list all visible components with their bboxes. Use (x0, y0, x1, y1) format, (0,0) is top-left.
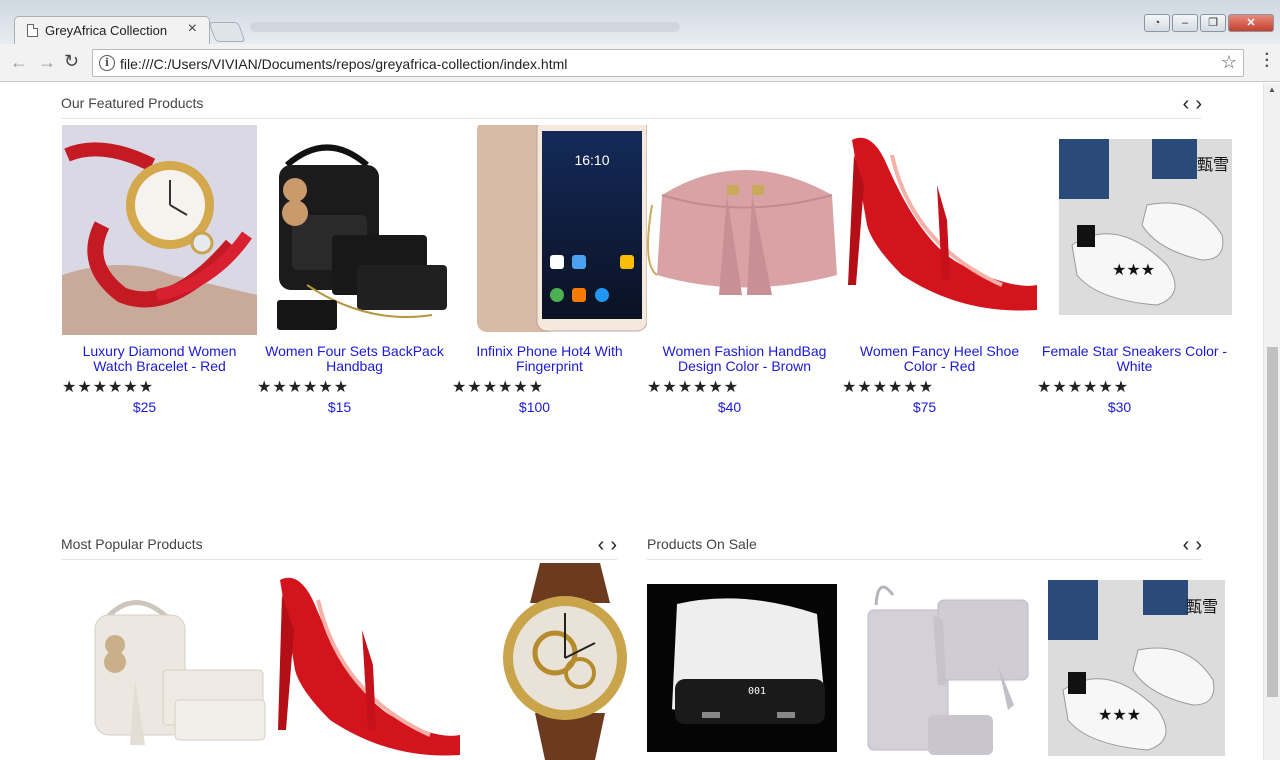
product-name[interactable]: Women Fashion HandBag Design Color - Bro… (647, 344, 842, 374)
featured-carousel-controls: ‹ › (1177, 93, 1202, 116)
product-name[interactable]: Women Fancy Heel Shoe Color - Red (842, 344, 1037, 374)
rating-stars: ★★★★★★ (452, 379, 545, 396)
page-icon (27, 24, 38, 37)
power-bank-display: 001 (748, 686, 766, 697)
bookmark-star-icon[interactable]: ☆ (1221, 52, 1237, 73)
scroll-up-icon[interactable]: ▲ (1268, 85, 1276, 94)
rating-stars: ★★★★★★ (647, 379, 740, 396)
info-icon[interactable]: i (99, 55, 115, 71)
rating-stars: ★★★★★★ (842, 379, 935, 396)
product-image-phone[interactable]: 16:10 (452, 125, 647, 335)
phone-clock: 16:10 (574, 152, 609, 168)
background-window-title (250, 22, 680, 32)
product-price: $15 (327, 399, 352, 415)
sale-carousel-controls: ‹ › (1177, 534, 1202, 557)
product-name[interactable]: Women Four Sets BackPack Handbag (257, 344, 452, 374)
rating-stars: ★★★★★★ (1037, 379, 1130, 396)
window-controls: ◔ – ❐ ✕ (1144, 14, 1274, 32)
menu-icon[interactable]: · · · (1265, 47, 1270, 75)
address-bar[interactable]: i file:///C:/Users/VIVIAN/Documents/repo… (92, 49, 1244, 77)
scrollbar-thumb[interactable] (1267, 347, 1278, 697)
maximize-button[interactable]: ❐ (1200, 14, 1226, 32)
page-scrollbar[interactable]: ▲ (1263, 83, 1280, 760)
tab-title: GreyAfrica Collection (45, 23, 168, 38)
product-image-power-bank[interactable]: 001 (647, 584, 837, 752)
next-arrow-icon[interactable]: › (610, 534, 617, 556)
close-tab-icon[interactable]: × (188, 20, 197, 38)
popular-section-title: Most Popular Products (61, 536, 203, 552)
product-image-heel-popular[interactable] (270, 570, 460, 760)
svg-text:★★★: ★★★ (1098, 705, 1141, 724)
product-image-watch-gold[interactable] (495, 563, 635, 760)
prev-arrow-icon[interactable]: ‹ (1183, 534, 1190, 556)
product-image-sneakers-sale[interactable]: 甄雪 ★★★ (1048, 580, 1225, 756)
product-name[interactable]: Luxury Diamond Women Watch Bracelet - Re… (62, 344, 257, 374)
product-price: $100 (518, 399, 551, 415)
product-name[interactable]: Female Star Sneakers Color - White (1037, 344, 1232, 374)
featured-section-title: Our Featured Products (61, 95, 204, 111)
product-price: $75 (912, 399, 937, 415)
prev-arrow-icon[interactable]: ‹ (598, 534, 605, 556)
url-text[interactable]: file:///C:/Users/VIVIAN/Documents/repos/… (120, 56, 567, 72)
featured-section-header: Our Featured Products ‹ › (61, 93, 1202, 119)
minimize-button[interactable]: – (1172, 14, 1198, 32)
prev-arrow-icon[interactable]: ‹ (1183, 93, 1190, 115)
next-arrow-icon[interactable]: › (1195, 93, 1202, 115)
product-image-heel[interactable] (842, 125, 1037, 335)
product-image-handbag[interactable] (647, 125, 842, 335)
sale-section-title: Products On Sale (647, 536, 757, 552)
product-image-watch[interactable] (62, 125, 257, 335)
product-price: $25 (132, 399, 157, 415)
sale-section-header: Products On Sale ‹ › (647, 534, 1202, 560)
browser-toolbar: ← → ↻ i file:///C:/Users/VIVIAN/Document… (0, 44, 1280, 82)
browser-tab[interactable]: GreyAfrica Collection × (14, 16, 210, 44)
rating-stars: ★★★★★★ (257, 379, 350, 396)
forward-arrow-icon[interactable]: → (38, 52, 56, 73)
product-image-grey-handbag[interactable] (858, 575, 1030, 760)
product-image-sneakers[interactable]: 甄雪 ★★★ (1037, 125, 1232, 335)
popular-section-header: Most Popular Products ‹ › (61, 534, 617, 560)
product-image-backpack-white[interactable] (75, 580, 270, 760)
product-price: $40 (717, 399, 742, 415)
brand-watermark: 甄雪 (1197, 155, 1229, 174)
product-price: $30 (1107, 399, 1132, 415)
next-arrow-icon[interactable]: › (1195, 534, 1202, 556)
brand-watermark: 甄雪 (1186, 597, 1218, 616)
new-tab-button[interactable] (208, 22, 246, 42)
close-window-button[interactable]: ✕ (1228, 14, 1274, 32)
reload-icon[interactable]: ↻ (64, 51, 79, 72)
svg-text:★★★: ★★★ (1112, 260, 1155, 279)
popular-carousel-controls: ‹ › (592, 534, 617, 557)
browser-tab-strip: GreyAfrica Collection × ◔ – ❐ ✕ (0, 0, 1280, 44)
product-image-backpack[interactable] (257, 125, 452, 335)
user-icon[interactable]: ◔ (1144, 14, 1170, 32)
product-name[interactable]: Infinix Phone Hot4 With Fingerprint (452, 344, 647, 374)
back-arrow-icon[interactable]: ← (10, 52, 28, 73)
rating-stars: ★★★★★★ (62, 379, 155, 396)
